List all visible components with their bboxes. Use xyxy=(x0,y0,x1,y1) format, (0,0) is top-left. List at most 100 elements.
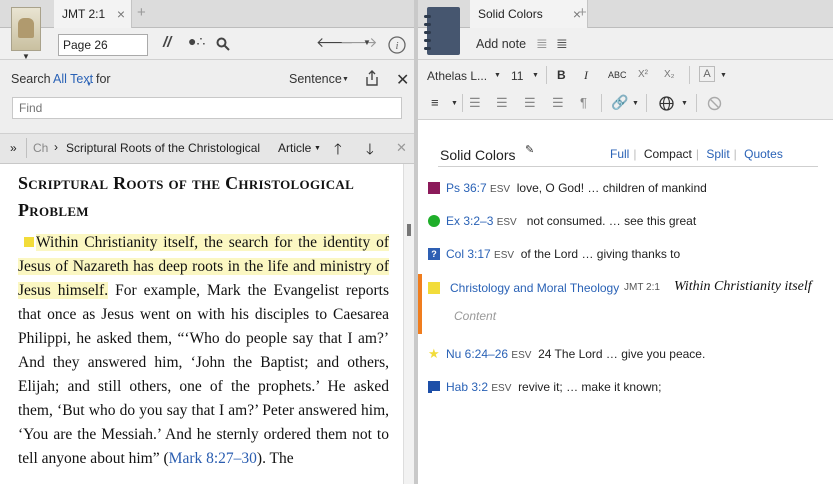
italic-icon[interactable]: I xyxy=(584,68,588,83)
mode-split[interactable]: Split xyxy=(706,147,729,161)
numbered-list-icon[interactable]: ☰ xyxy=(496,95,508,111)
purple-square-icon xyxy=(428,182,440,194)
scope-caret-icon: ▼ xyxy=(86,82,92,88)
history-dropdown-icon[interactable]: ▼ xyxy=(363,38,371,47)
expand-nav-icon[interactable]: » xyxy=(10,141,17,155)
selected-note[interactable]: Christology and Moral Theology JMT 2:1 W… xyxy=(418,274,833,334)
svg-text:i: i xyxy=(395,40,398,52)
selection-accent xyxy=(418,274,422,334)
note-reference[interactable]: Col 3:17 xyxy=(446,247,491,261)
previous-section-icon[interactable]: 🡑 xyxy=(334,139,342,164)
app-window: JMT 2:1 × + // ●∴ 🡐 🡒 ▼ i ▼ Search All T… xyxy=(0,0,833,484)
link-icon[interactable]: 🔗 xyxy=(611,94,628,111)
search-label: Search xyxy=(11,72,51,86)
outdent-note-icon[interactable]: ≣ xyxy=(536,35,548,52)
format-toolbar: Athelas L... ▼ 11 ▼ B I ABC X² X₂ A ▼ ≡ … xyxy=(418,60,833,120)
note-reference[interactable]: Nu 6:24–26 xyxy=(446,347,508,361)
small-caps-icon[interactable]: ABC xyxy=(608,70,627,80)
right-panel: Solid Colors × + Add note ≣ ≣ Athelas L.… xyxy=(418,0,833,484)
globe-icon[interactable] xyxy=(659,96,674,111)
reader-scrollbar[interactable] xyxy=(403,164,414,484)
bold-icon[interactable]: B xyxy=(557,68,566,82)
search-mode-dropdown[interactable]: Sentence xyxy=(289,72,342,86)
close-search-icon[interactable]: ✕ xyxy=(396,70,409,90)
align-icon[interactable]: ≡ xyxy=(431,95,439,110)
yellow-note-icon xyxy=(428,282,440,294)
notes-title: Solid Colors xyxy=(440,147,516,163)
indent-note-icon[interactable]: ≣ xyxy=(556,35,568,52)
close-nav-icon[interactable]: ✕ xyxy=(396,140,407,156)
superscript-icon[interactable]: X² xyxy=(638,69,648,80)
edit-title-icon[interactable]: ✎ xyxy=(525,143,534,156)
note-marker-icon[interactable] xyxy=(24,237,34,247)
note-snippet: 24 The Lord … give you peace. xyxy=(538,347,706,361)
decrease-indent-icon[interactable]: ☰ xyxy=(524,95,536,111)
note-version: ESV xyxy=(491,383,512,394)
note-reference[interactable]: Christology and Moral Theology xyxy=(450,281,619,295)
mode-caret-icon: ▼ xyxy=(342,76,349,83)
parallel-resources-icon[interactable]: // xyxy=(163,34,171,51)
right-tabstrip: Solid Colors × + xyxy=(418,0,833,28)
note-reference[interactable]: Ex 3:2–3 xyxy=(446,214,493,228)
yellow-star-icon: ★ xyxy=(428,346,440,361)
close-tab-icon[interactable]: × xyxy=(117,0,125,28)
mode-quotes[interactable]: Quotes xyxy=(744,147,783,161)
note-reference[interactable]: Ps 36:7 xyxy=(446,181,487,195)
new-tab-icon[interactable]: + xyxy=(578,0,587,26)
note-snippet: love, O God! … children of mankind xyxy=(516,181,707,195)
new-tab-icon[interactable]: + xyxy=(137,0,146,26)
for-label: for xyxy=(96,72,111,86)
link-caret-icon: ▼ xyxy=(632,100,639,107)
note-version: JMT 2:1 xyxy=(624,282,660,293)
tab-solid-colors[interactable]: Solid Colors × xyxy=(470,0,588,28)
green-dot-icon xyxy=(428,215,440,227)
notes-toolbar: Add note ≣ ≣ xyxy=(418,28,833,60)
add-note-button[interactable]: Add note xyxy=(476,37,526,51)
reading-pane: Scriptural Roots of the Christological P… xyxy=(0,164,403,484)
font-size-dropdown[interactable]: 11 xyxy=(511,69,523,83)
increase-indent-icon[interactable]: ☰ xyxy=(552,95,564,111)
paragraph-tail: ). The xyxy=(256,450,294,467)
page-input[interactable] xyxy=(58,34,148,56)
share-icon[interactable] xyxy=(364,69,380,87)
align-caret-icon: ▼ xyxy=(451,100,458,107)
paragraph-direction-icon[interactable]: ¶ xyxy=(580,95,587,110)
breadcrumb-chapter[interactable]: Ch xyxy=(33,141,48,155)
search-icon[interactable] xyxy=(216,37,230,51)
note-version: ESV xyxy=(511,350,532,361)
mode-full[interactable]: Full xyxy=(610,147,629,161)
clear-format-icon[interactable] xyxy=(707,96,722,111)
left-toolbar: // ●∴ 🡐 🡒 ▼ i xyxy=(0,28,414,60)
mode-compact[interactable]: Compact xyxy=(644,147,692,161)
note-reference[interactable]: Hab 3:2 xyxy=(446,380,488,394)
tab-label: Solid Colors xyxy=(478,7,543,21)
subscript-icon[interactable]: X₂ xyxy=(664,69,675,80)
visual-filters-icon[interactable]: ●∴ xyxy=(188,33,205,50)
next-section-icon[interactable]: 🡓 xyxy=(366,139,374,164)
resource-cover-thumbnail[interactable]: ▼ xyxy=(11,7,41,61)
note-snippet: of the Lord … giving thanks to xyxy=(520,247,681,261)
left-panel: JMT 2:1 × + // ●∴ 🡐 🡒 ▼ i ▼ Search All T… xyxy=(0,0,414,484)
bullet-list-icon[interactable]: ☰ xyxy=(469,95,481,111)
find-input[interactable] xyxy=(12,97,402,119)
forward-arrow-icon[interactable]: 🡒 xyxy=(340,34,378,51)
scripture-link[interactable]: Mark 8:27–30 xyxy=(169,450,257,467)
scrollbar-thumb[interactable] xyxy=(407,224,411,236)
question-square-icon: ? xyxy=(428,248,440,260)
breadcrumb-section[interactable]: Scriptural Roots of the Christological xyxy=(66,141,272,155)
info-icon[interactable]: i xyxy=(388,36,406,54)
nav-divider xyxy=(26,138,27,158)
note-version: ESV xyxy=(496,217,517,228)
tab-jmt[interactable]: JMT 2:1 × xyxy=(54,0,132,28)
reading-nav-bar: » Ch › Scriptural Roots of the Christolo… xyxy=(0,134,414,164)
notebook-icon[interactable] xyxy=(424,7,460,55)
globe-caret-icon: ▼ xyxy=(681,100,688,107)
note-content-field[interactable]: Content xyxy=(454,309,496,323)
text-color-icon[interactable]: A xyxy=(699,66,715,82)
text-color-caret-icon: ▼ xyxy=(720,72,727,79)
article-caret-icon: ▼ xyxy=(314,145,321,152)
note-snippet: revive it; … make it known; xyxy=(518,380,662,394)
font-family-dropdown[interactable]: Athelas L... xyxy=(427,69,487,83)
article-dropdown[interactable]: Article xyxy=(278,141,311,155)
search-panel: Search All Text ▼ for Sentence ▼ ✕ xyxy=(0,60,414,134)
